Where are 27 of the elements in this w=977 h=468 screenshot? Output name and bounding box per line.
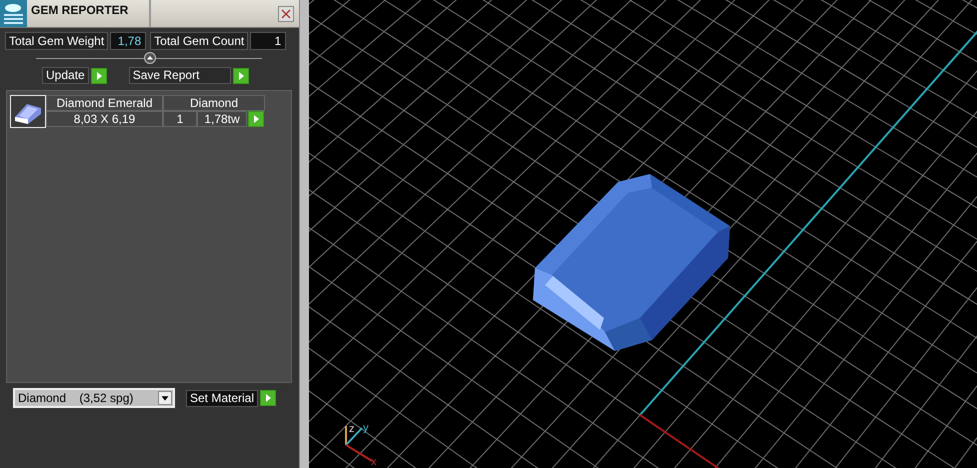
- axis-label: z: [349, 423, 354, 435]
- close-icon[interactable]: [278, 6, 294, 22]
- update-button[interactable]: Update: [42, 67, 89, 84]
- axis-gizmo-drawing: [345, 426, 373, 462]
- material-dropdown[interactable]: Diamond (3,52 spg): [13, 388, 175, 408]
- axis-label: x: [371, 456, 376, 468]
- collapse-handle-icon[interactable]: [144, 52, 156, 64]
- axis-label: y: [363, 422, 368, 434]
- stat-label: Total Gem Weight: [5, 32, 108, 50]
- save-report-button[interactable]: Save Report: [128, 67, 231, 84]
- stat-value: 1,78: [110, 32, 146, 50]
- viewport[interactable]: z y x: [309, 0, 977, 468]
- gem-thumbnail-icon: [10, 95, 46, 128]
- play-icon[interactable]: [260, 390, 276, 406]
- play-icon[interactable]: [90, 68, 107, 84]
- caret-icon[interactable]: [158, 391, 172, 405]
- play-icon[interactable]: [232, 68, 249, 84]
- gem-size-cell: 8,03 X 6,19: [46, 111, 163, 127]
- window-title: GEM REPORTER: [27, 0, 151, 27]
- app-icon: [0, 0, 27, 27]
- gem-weight-cell: 1,78tw: [197, 111, 247, 127]
- set-material-button[interactable]: Set Material: [186, 390, 258, 406]
- gem-count-cell: 1: [163, 111, 197, 127]
- stat-label: Total Gem Count: [150, 32, 248, 50]
- gem-name-cell: Diamond Emerald: [46, 95, 163, 111]
- stat-value: 1: [250, 32, 286, 50]
- gem-material-cell: Diamond: [163, 95, 265, 111]
